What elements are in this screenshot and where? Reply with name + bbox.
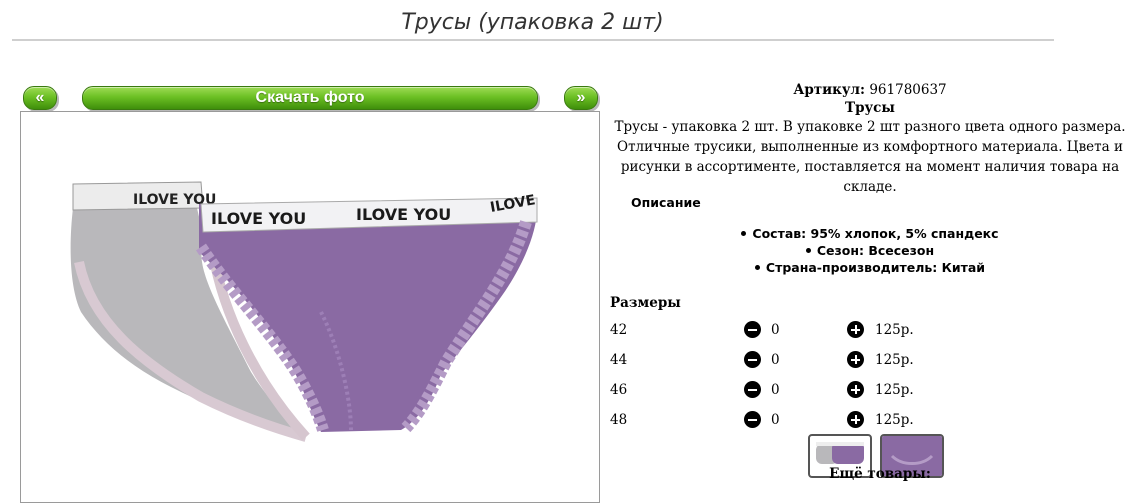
property-item: Состав: 95% хлопок, 5% спандекс xyxy=(610,225,1130,242)
size-label: 44 xyxy=(610,352,628,368)
size-price: 125р. xyxy=(875,412,914,428)
size-label: 46 xyxy=(610,382,628,398)
size-row: 42 0 125р. xyxy=(610,320,1130,340)
product-photo-image: ILOVE YOU ILOVE YOU ILOVE YOU ILOVE xyxy=(70,181,538,442)
sizes-heading: Размеры xyxy=(610,295,681,311)
size-quantity: 0 xyxy=(771,382,780,398)
size-row: 44 0 125р. xyxy=(610,350,1130,370)
property-label: Сезон: xyxy=(816,243,864,258)
plus-icon[interactable] xyxy=(847,321,864,338)
article-value: 961780637 xyxy=(869,82,947,98)
svg-text:ILOVE YOU: ILOVE YOU xyxy=(211,209,306,228)
size-row: 46 0 125р. xyxy=(610,380,1130,400)
size-label: 42 xyxy=(610,322,628,338)
property-item: Сезон: Всесезон xyxy=(610,242,1130,259)
property-value: Китай xyxy=(941,260,986,275)
properties-list: Состав: 95% хлопок, 5% спандекс Сезон: В… xyxy=(610,225,1130,276)
property-label: Страна-производитель: xyxy=(765,260,938,275)
size-quantity: 0 xyxy=(771,412,780,428)
page-title: Трусы (упаковка 2 шт) xyxy=(401,10,664,35)
size-label: 48 xyxy=(610,412,628,428)
size-quantity: 0 xyxy=(771,352,780,368)
size-row: 48 0 125р. xyxy=(610,410,1130,430)
minus-icon[interactable] xyxy=(744,351,761,368)
prev-photo-button[interactable]: « xyxy=(23,86,57,110)
plus-icon[interactable] xyxy=(847,381,864,398)
minus-icon[interactable] xyxy=(744,321,761,338)
download-photo-button[interactable]: Скачать фото xyxy=(82,86,538,110)
property-value: 95% хлопок, 5% спандекс xyxy=(810,226,999,241)
size-price: 125р. xyxy=(875,322,914,338)
size-price: 125р. xyxy=(875,352,914,368)
product-name: Трусы xyxy=(845,100,895,116)
size-price: 125р. xyxy=(875,382,914,398)
article-line: Артикул: 961780637 xyxy=(610,82,1130,98)
property-value: Всесезон xyxy=(868,243,935,258)
bullet-icon xyxy=(754,265,760,270)
minus-icon[interactable] xyxy=(744,411,761,428)
title-divider xyxy=(12,39,1054,41)
product-photo[interactable]: ILOVE YOU ILOVE YOU ILOVE YOU ILOVE xyxy=(20,111,600,503)
article-label: Артикул: xyxy=(793,82,866,98)
property-item: Страна-производитель: Китай xyxy=(610,259,1130,276)
size-quantity: 0 xyxy=(771,322,780,338)
more-products-link[interactable]: Ещё товары: xyxy=(610,466,1137,482)
description-heading: Описание xyxy=(631,195,701,210)
plus-icon[interactable] xyxy=(847,351,864,368)
product-description: Трусы - упаковка 2 шт. В упаковке 2 шт р… xyxy=(614,119,1126,195)
svg-text:ILOVE YOU: ILOVE YOU xyxy=(356,205,451,224)
product-info: Артикул: 961780637 Трусы Трусы - упаковк… xyxy=(610,82,1130,197)
next-photo-button[interactable]: » xyxy=(564,86,598,110)
bullet-icon xyxy=(805,248,811,253)
bullet-icon xyxy=(741,231,747,236)
minus-icon[interactable] xyxy=(744,381,761,398)
plus-icon[interactable] xyxy=(847,411,864,428)
property-label: Состав: xyxy=(752,226,807,241)
